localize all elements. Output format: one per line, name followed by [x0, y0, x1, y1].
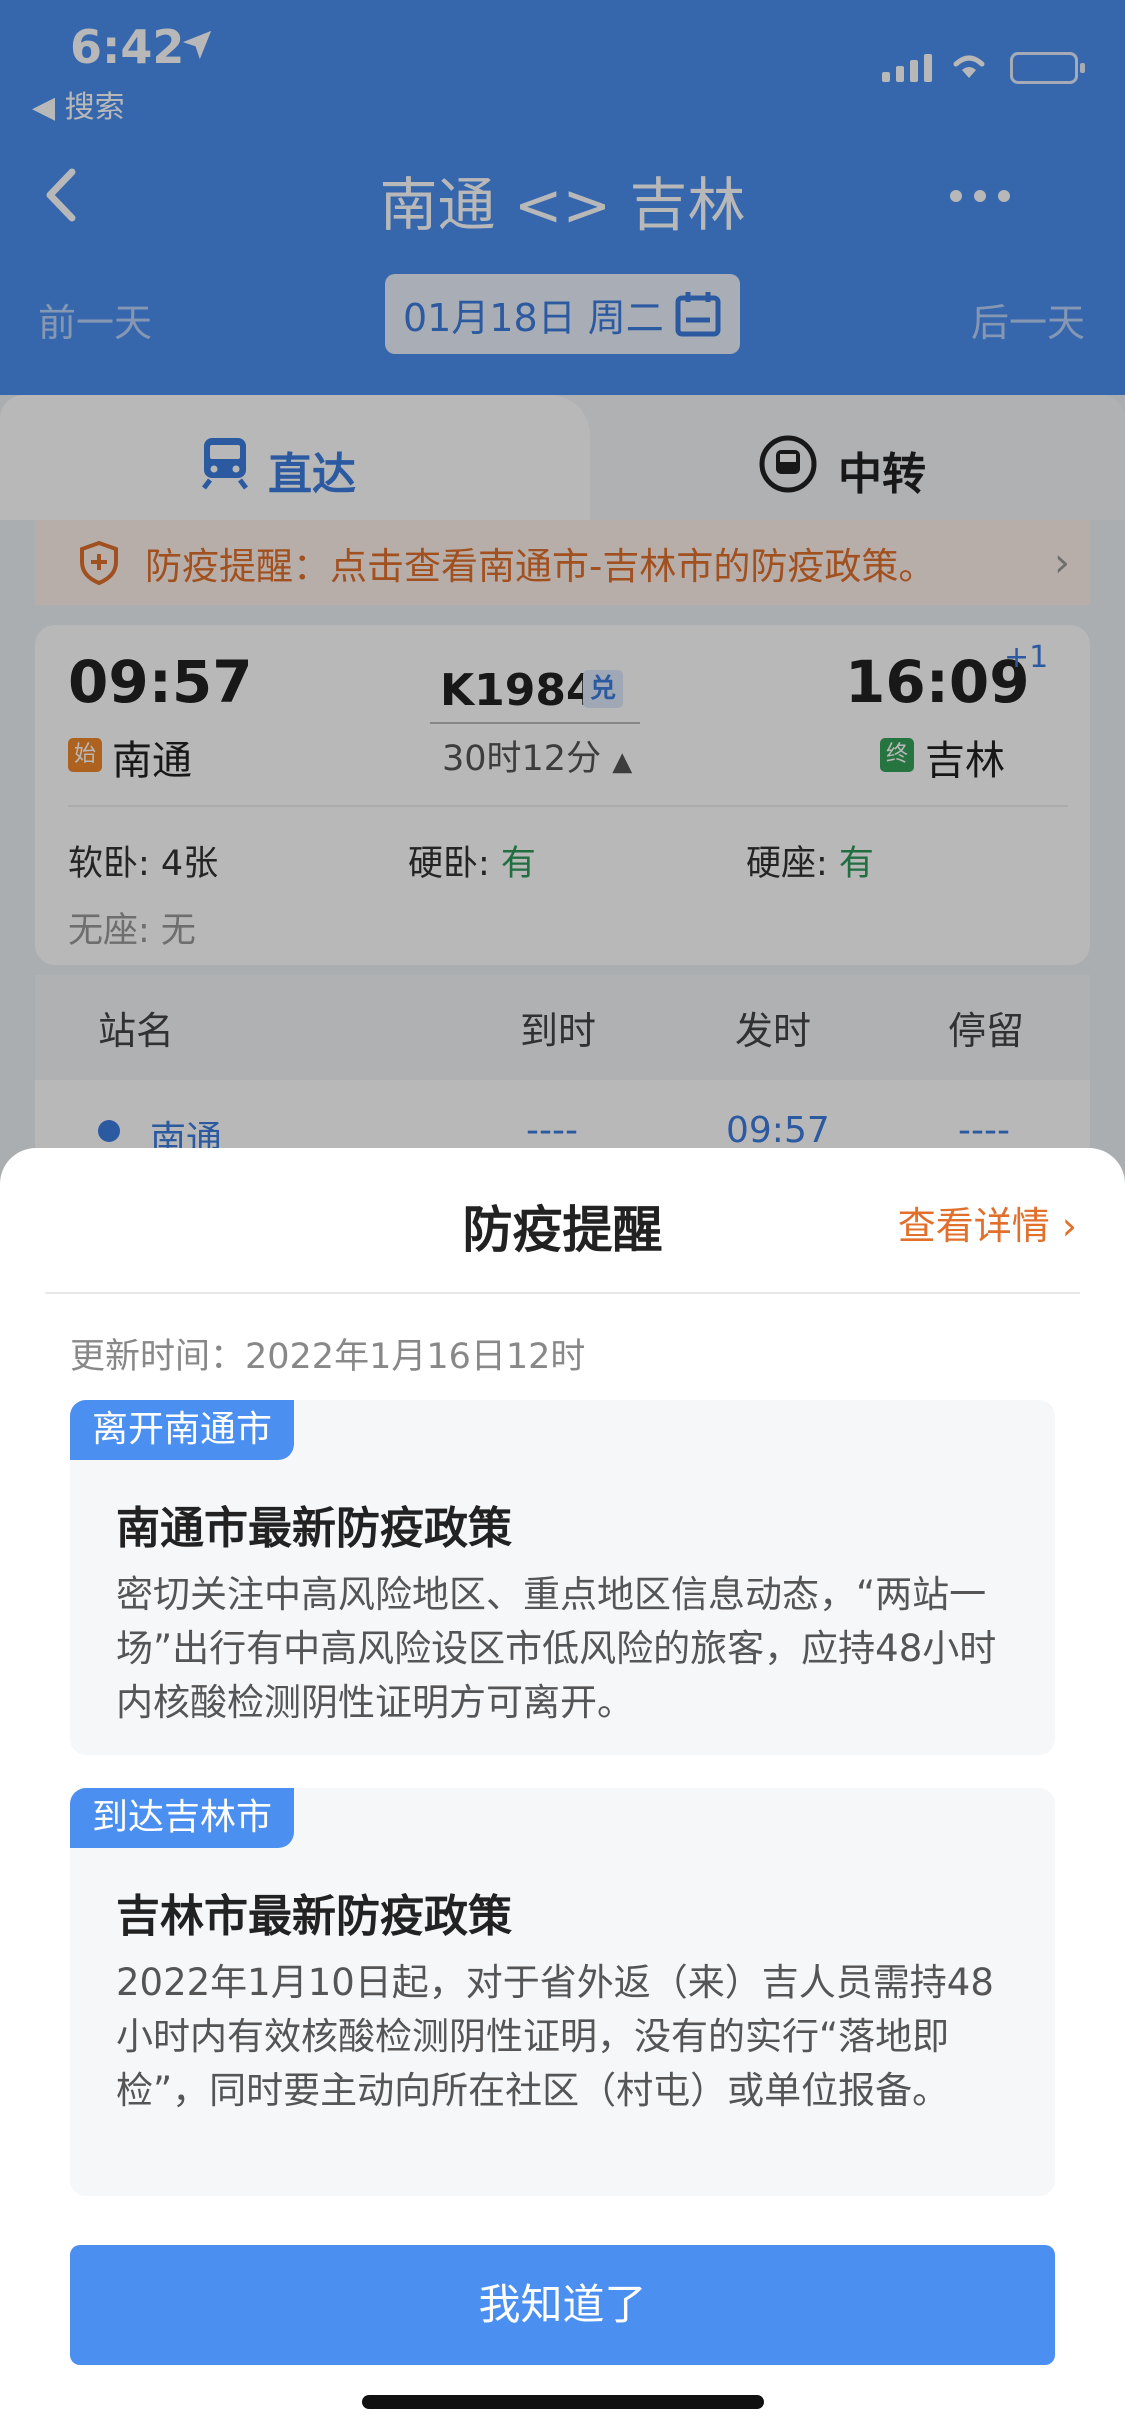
update-time: 更新时间：2022年1月16日12时: [70, 1337, 586, 1377]
policy-card-leave: 离开南通市 南通市最新防疫政策 密切关注中高风险地区、重点地区信息动态，“两站一…: [70, 1400, 1055, 1755]
sheet-divider: [45, 1292, 1080, 1294]
acknowledge-button[interactable]: 我知道了: [70, 2245, 1055, 2365]
policy-tag: 离开南通市: [70, 1400, 295, 1460]
policy-title: 南通市最新防疫政策: [116, 1503, 512, 1554]
policy-title: 吉林市最新防疫政策: [116, 1891, 512, 1942]
policy-body: 2022年1月10日起，对于省外返（来）吉人员需持48小时内有效核酸检测阴性证明…: [116, 1961, 994, 2112]
view-details-link[interactable]: 查看详情 ›: [898, 1195, 1077, 1250]
policy-body: 密切关注中高风险地区、重点地区信息动态，“两站一场”出行有中高风险设区市低风险的…: [116, 1573, 997, 1724]
policy-tag: 到达吉林市: [70, 1788, 295, 1848]
home-indicator[interactable]: [362, 2395, 764, 2409]
policy-card-arrive: 到达吉林市 吉林市最新防疫政策 2022年1月10日起，对于省外返（来）吉人员需…: [70, 1788, 1055, 2196]
